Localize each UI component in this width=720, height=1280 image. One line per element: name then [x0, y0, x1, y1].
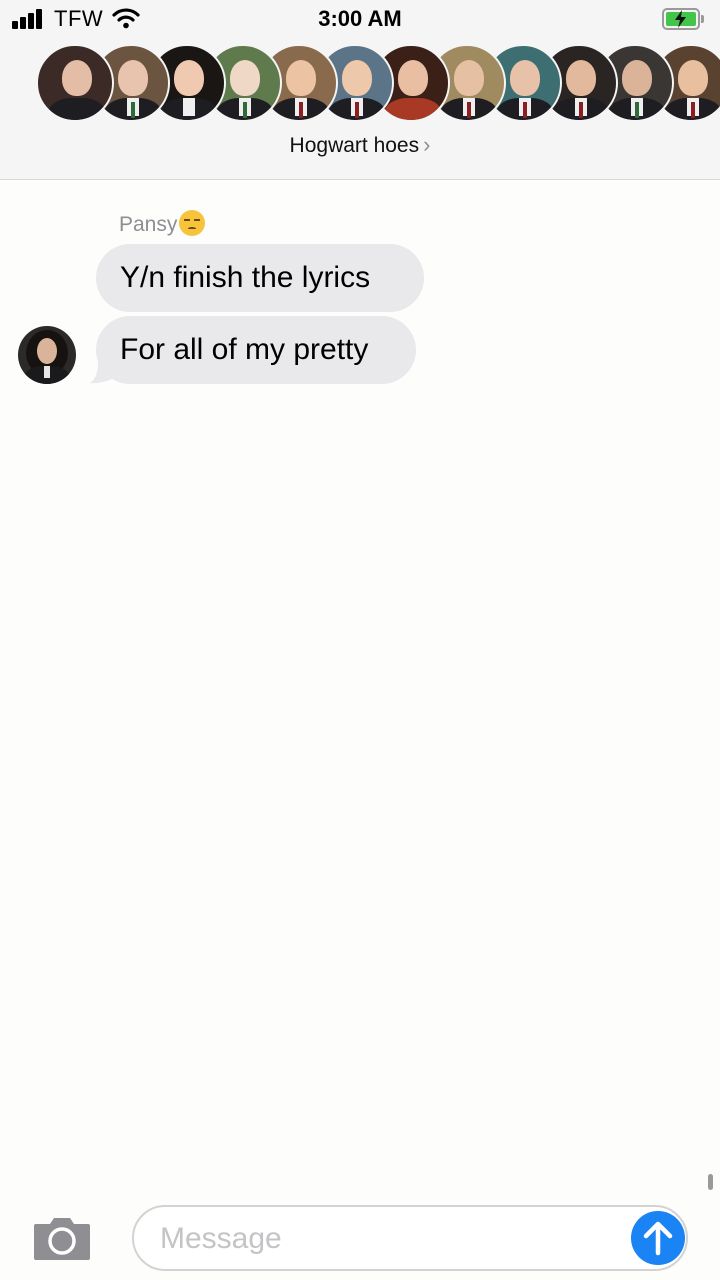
sender-label: Pansy	[119, 210, 206, 237]
scroll-indicator[interactable]	[708, 1174, 713, 1190]
camera-icon[interactable]	[32, 1214, 92, 1262]
group-name-button[interactable]: Hogwart hoes ›	[0, 132, 720, 158]
message-bubble[interactable]: Y/n finish the lyrics	[96, 244, 424, 312]
chevron-right-icon: ›	[423, 132, 431, 157]
status-time: 3:00 AM	[318, 6, 402, 31]
send-button[interactable]	[631, 1211, 685, 1265]
message-text: Y/n finish the lyrics	[120, 261, 371, 294]
message-input-container[interactable]	[132, 1205, 688, 1271]
status-bar: TFW 3:00 AM	[0, 0, 720, 40]
unamused-face-emoji-icon	[179, 210, 206, 236]
sender-name: Pansy	[119, 213, 178, 236]
battery-charging-icon	[662, 8, 704, 30]
message-text: For all of my pretty	[120, 333, 369, 366]
member-avatar[interactable]	[36, 44, 114, 122]
group-name-label: Hogwart hoes	[289, 134, 420, 157]
group-avatars[interactable]	[36, 44, 720, 124]
bubble-tail	[90, 362, 114, 384]
sender-avatar[interactable]	[18, 326, 76, 384]
conversation-header: TFW 3:00 AM Hogwart hoes ›	[0, 0, 720, 180]
message-bubble[interactable]: For all of my pretty	[96, 316, 416, 384]
message-input[interactable]	[160, 1215, 620, 1263]
send-arrow-icon	[643, 1221, 673, 1256]
